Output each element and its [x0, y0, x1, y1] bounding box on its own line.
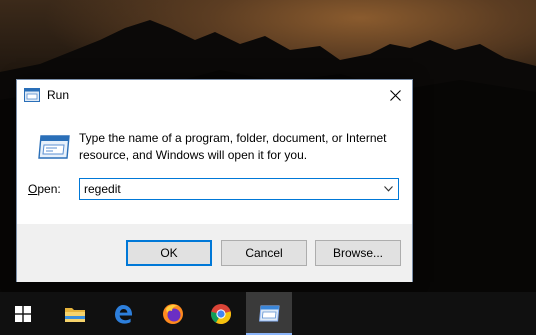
- run-dialog: Run Type the name of a program, folder, …: [16, 79, 413, 282]
- start-button[interactable]: [0, 292, 46, 335]
- edge-icon: [115, 304, 132, 324]
- open-input[interactable]: [80, 179, 374, 199]
- chrome-icon: [210, 303, 232, 324]
- browse-button[interactable]: Browse...: [315, 240, 401, 266]
- button-bar: OK Cancel Browse...: [17, 224, 412, 282]
- close-icon: [389, 89, 401, 101]
- taskbar-firefox[interactable]: [150, 292, 196, 335]
- open-label-mnemonic: O: [28, 182, 38, 196]
- chevron-down-icon: [383, 186, 393, 192]
- open-label: Open:: [28, 182, 61, 196]
- title-bar[interactable]: Run: [17, 80, 412, 110]
- run-icon: [259, 305, 280, 321]
- taskbar-edge[interactable]: [100, 292, 146, 335]
- close-button[interactable]: [378, 80, 412, 110]
- taskbar-run[interactable]: [246, 292, 292, 335]
- file-explorer-icon: [65, 307, 85, 322]
- run-app-icon: [38, 135, 70, 159]
- taskbar-chrome[interactable]: [198, 292, 244, 335]
- taskbar: [0, 292, 536, 335]
- open-label-text: pen:: [37, 182, 61, 196]
- taskbar-file-explorer[interactable]: [52, 292, 98, 335]
- open-combobox[interactable]: [79, 178, 399, 200]
- dialog-description: Type the name of a program, folder, docu…: [79, 131, 387, 162]
- combo-dropdown-button[interactable]: [378, 179, 398, 199]
- run-icon: [24, 88, 40, 102]
- windows-start-icon: [15, 305, 31, 322]
- ok-button[interactable]: OK: [126, 240, 212, 266]
- firefox-icon: [163, 303, 183, 324]
- cancel-button[interactable]: Cancel: [221, 240, 307, 266]
- dialog-title: Run: [47, 88, 70, 102]
